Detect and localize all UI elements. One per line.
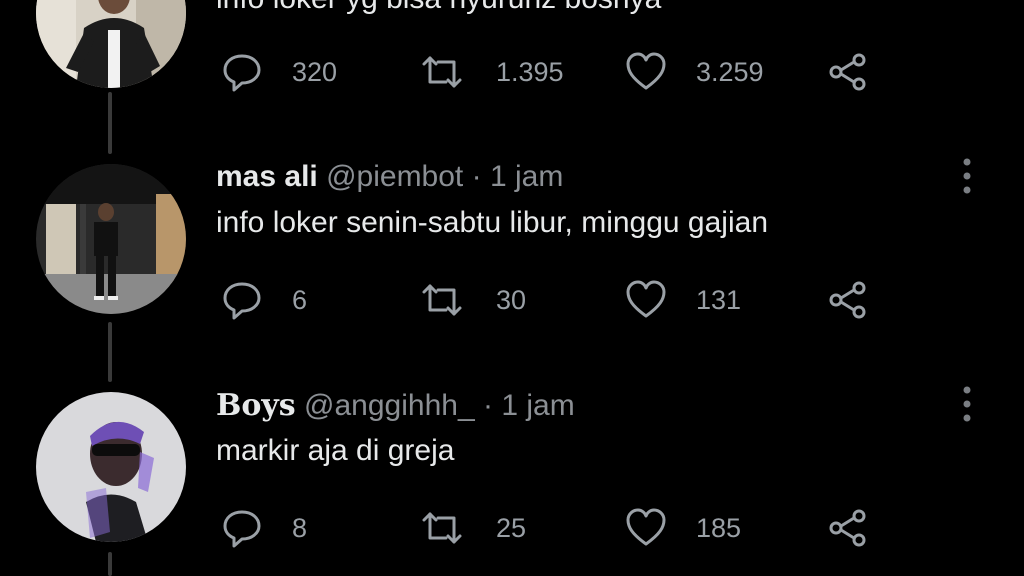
- reply-icon[interactable]: [220, 278, 264, 322]
- share-icon[interactable]: [826, 506, 870, 550]
- more-vertical-icon[interactable]: [952, 154, 982, 198]
- reply-count: 320: [292, 57, 338, 87]
- tweet-header: Boys @anggihhh_ · 1 jam: [216, 388, 575, 423]
- username[interactable]: @piembot: [326, 160, 463, 193]
- share-icon[interactable]: [826, 50, 870, 94]
- retweet-icon[interactable]: [420, 506, 464, 550]
- separator-dot: ·: [482, 389, 493, 422]
- username[interactable]: @anggihhh_: [304, 389, 475, 422]
- share-icon[interactable]: [826, 278, 870, 322]
- separator-dot: ·: [471, 160, 482, 193]
- reply-count: 8: [292, 513, 308, 543]
- display-name[interactable]: mas ali: [216, 160, 318, 193]
- heart-icon[interactable]: [624, 278, 668, 322]
- timestamp[interactable]: 1 jam: [490, 160, 563, 193]
- display-name[interactable]: Boys: [216, 388, 296, 423]
- reply-count: 6: [292, 285, 308, 315]
- thread-line: [108, 92, 112, 154]
- retweet-count: 1.395: [496, 57, 564, 87]
- reply-icon[interactable]: [220, 50, 264, 94]
- thread-line: [108, 322, 112, 382]
- retweet-icon[interactable]: [420, 278, 464, 322]
- reply-icon[interactable]: [220, 506, 264, 550]
- tweet-text: info loker senin-sabtu libur, minggu gaj…: [216, 206, 768, 239]
- retweet-icon[interactable]: [420, 50, 464, 94]
- action-bar: 320 1.395 3.259: [0, 50, 1024, 100]
- like-count: 131: [696, 285, 742, 315]
- timestamp[interactable]: 1 jam: [501, 389, 574, 422]
- heart-icon[interactable]: [624, 50, 668, 94]
- like-count: 185: [696, 513, 742, 543]
- tweet-header: mas ali @piembot · 1 jam: [216, 160, 563, 194]
- tweet-text: info loker yg bisa nyuruhz bosnya: [216, 0, 661, 16]
- like-count: 3.259: [696, 57, 764, 87]
- heart-icon[interactable]: [624, 506, 668, 550]
- tweet-text: markir aja di greja: [216, 434, 455, 467]
- more-vertical-icon[interactable]: [952, 382, 982, 426]
- retweet-count: 30: [496, 285, 527, 315]
- action-bar: 8 25 185: [0, 506, 1024, 556]
- retweet-count: 25: [496, 513, 527, 543]
- action-bar: 6 30 131: [0, 278, 1024, 328]
